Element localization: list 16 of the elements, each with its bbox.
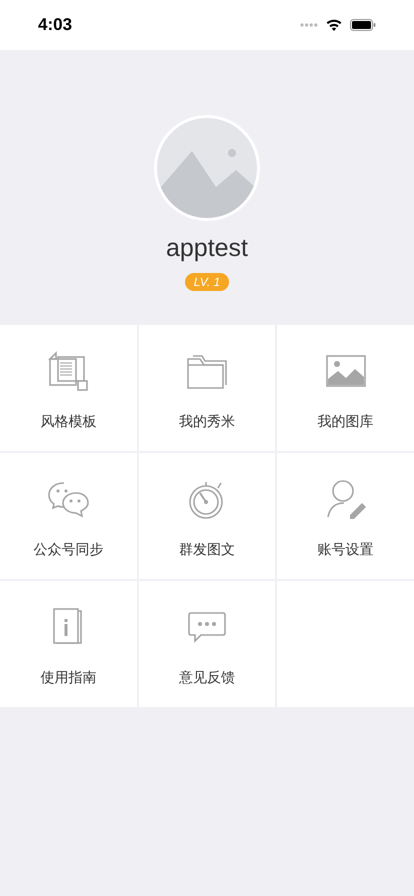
menu-tile[interactable]: 群发图文 <box>138 453 276 579</box>
menu-tile[interactable]: 我的图库 <box>277 325 414 451</box>
signal-icon <box>300 23 318 27</box>
battery-icon <box>350 19 376 31</box>
avatar-icon[interactable] <box>154 115 260 221</box>
username: apptest <box>166 233 248 263</box>
status-time: 4:03 <box>38 14 72 36</box>
menu-tile[interactable]: 我的秀米 <box>138 325 276 451</box>
wifi-icon <box>326 19 342 31</box>
layers-icon <box>46 349 90 393</box>
menu-tile[interactable]: 账号设置 <box>277 453 414 579</box>
menu-tile[interactable]: 意见反馈 <box>138 581 276 707</box>
level-badge: LV. 1 <box>184 273 230 291</box>
menu-tile[interactable]: 风格模板 <box>0 325 137 451</box>
menu-tile[interactable]: 使用指南 <box>0 581 137 707</box>
menu-tile[interactable]: 公众号同步 <box>0 453 137 579</box>
